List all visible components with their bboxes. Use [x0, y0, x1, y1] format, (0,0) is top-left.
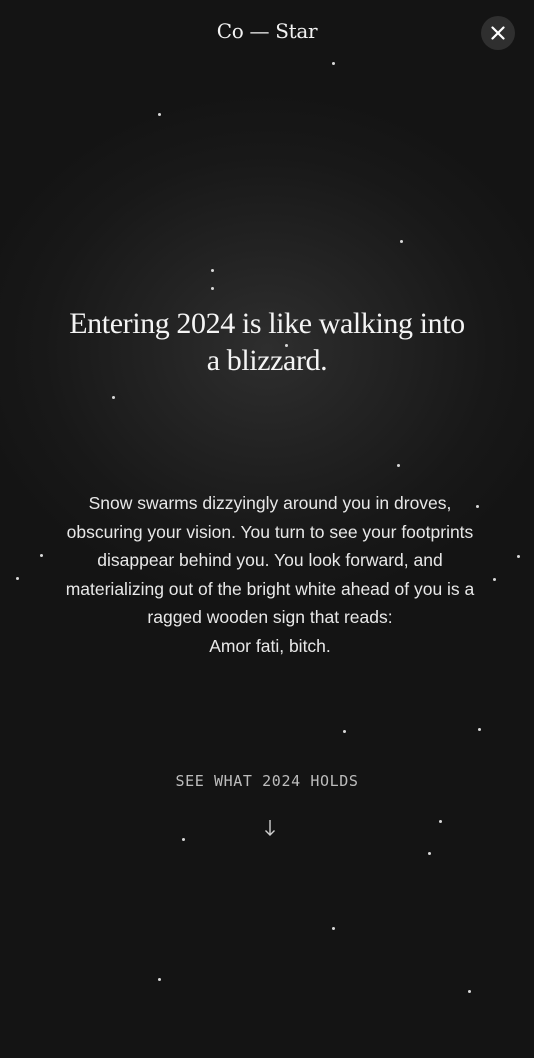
snowflake: [397, 464, 400, 467]
snowflake: [439, 820, 442, 823]
snowflake: [478, 728, 481, 731]
snowflake: [16, 577, 19, 580]
headline-line: a blizzard.: [206, 344, 328, 377]
story-body: Snow swarms dizzyingly around you in dro…: [40, 489, 500, 660]
story-line: Amor fati, bitch.: [209, 635, 331, 656]
snowflake: [400, 240, 403, 243]
snowflake: [182, 838, 185, 841]
headline-line: Entering 2024 is like walking into: [69, 307, 465, 340]
headline: Entering 2024 is like walking into a bli…: [40, 305, 494, 379]
snowflake: [428, 852, 431, 855]
snowflake: [158, 113, 161, 116]
story-line: obscuring your vision. You turn to see y…: [66, 521, 474, 542]
snowflake: [343, 730, 346, 733]
story-line: ragged wooden sign that reads:: [147, 607, 393, 627]
story-screen: Co — Star Entering 2024 is like walking …: [0, 0, 534, 1058]
story-line: disappear behind you. You look forward, …: [97, 550, 443, 570]
snowflake: [211, 269, 214, 272]
close-icon: [491, 26, 505, 40]
snowflake: [517, 555, 520, 558]
story-line: materializing out of the bright white ah…: [65, 578, 475, 599]
see-2024-button[interactable]: SEE WHAT 2024 HOLDS: [0, 772, 534, 790]
header: Co — Star: [0, 0, 534, 66]
snowflake: [332, 927, 335, 930]
close-button[interactable]: [481, 16, 515, 50]
brand-logo: Co — Star: [216, 19, 318, 43]
scroll-down-button[interactable]: [258, 814, 282, 842]
snowflake: [211, 287, 214, 290]
snowflake: [158, 978, 161, 981]
story-line: Snow swarms dizzyingly around you in dro…: [88, 493, 452, 513]
arrow-down-icon: [265, 820, 275, 836]
snowflake: [112, 396, 115, 399]
snowflake: [468, 990, 471, 993]
